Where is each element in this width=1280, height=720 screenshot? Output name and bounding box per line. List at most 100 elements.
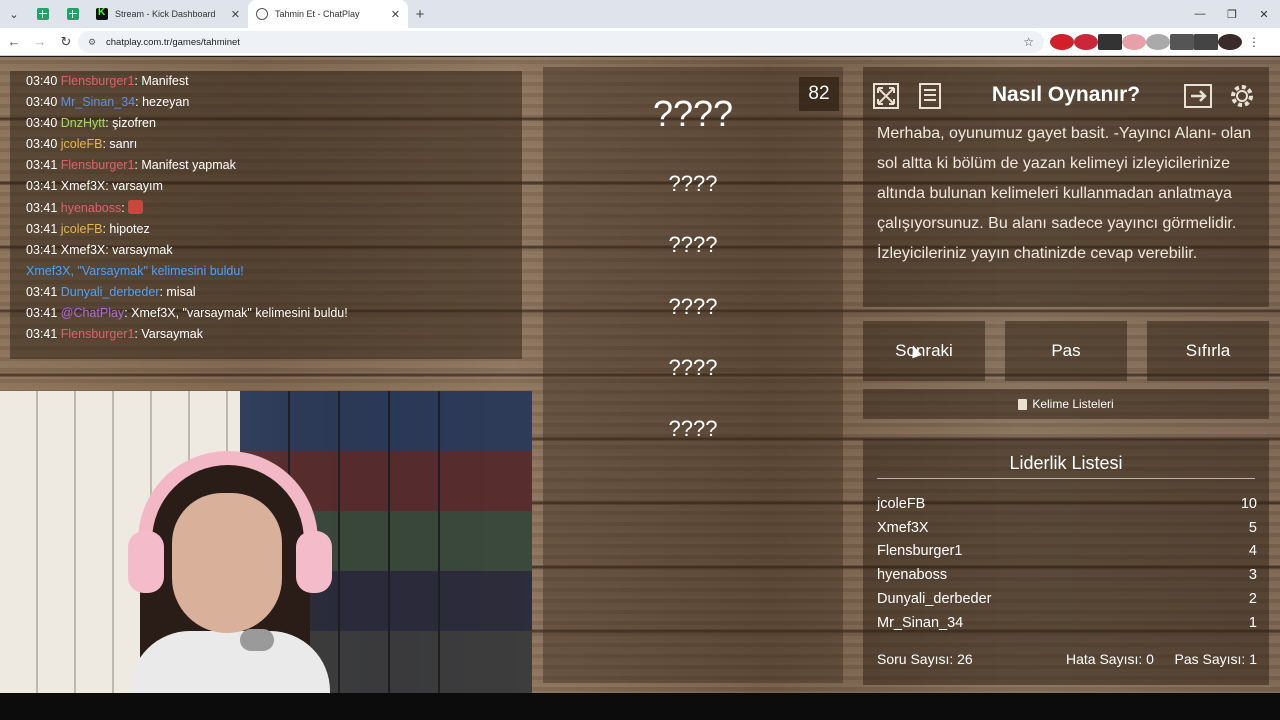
webcam-feed bbox=[0, 391, 532, 693]
profile-avatar-icon[interactable] bbox=[1218, 34, 1242, 50]
next-button[interactable]: Sonraki bbox=[863, 321, 985, 381]
chat-time: 03:41 bbox=[26, 284, 58, 299]
tab-title: Tahmin Et - ChatPlay bbox=[275, 9, 360, 19]
question-count: Soru Sayısı: 26 bbox=[877, 651, 973, 667]
chat-message: 03:41 hyenaboss: bbox=[26, 198, 506, 219]
player-score: 5 bbox=[1248, 520, 1257, 536]
hint-word-4: ???? bbox=[668, 355, 718, 380]
chat-system-message: Xmef3X, "Varsaymak" kelimesini buldu! bbox=[26, 261, 506, 282]
bookmark-star-icon[interactable]: ☆ bbox=[1023, 35, 1034, 49]
forward-button[interactable]: → bbox=[28, 30, 52, 54]
hint-word-3: ???? bbox=[668, 294, 718, 319]
player-name: Mr_Sinan_34 bbox=[877, 615, 964, 631]
chat-text: : Xmef3X, "varsaymak" kelimesini buldu! bbox=[124, 306, 348, 321]
chat-username[interactable]: jcoleFB bbox=[61, 222, 103, 236]
pinned-tab-sheets-1[interactable] bbox=[28, 0, 58, 28]
chat-username[interactable]: Mr_Sinan_34 bbox=[61, 95, 135, 109]
leaderboard-title: Liderlik Listesi bbox=[1009, 453, 1123, 473]
chat-username[interactable]: Flensburger1 bbox=[61, 158, 135, 172]
extension-red-icon[interactable] bbox=[1074, 34, 1098, 50]
player-name: Xmef3X bbox=[877, 520, 929, 536]
chat-message: 03:41 Flensburger1: Varsaymak bbox=[26, 324, 506, 345]
reset-button[interactable]: Sıfırla bbox=[1147, 321, 1269, 381]
chat-message: 03:40 DnzHytt: şizofren bbox=[26, 113, 506, 134]
kick-icon bbox=[96, 7, 108, 20]
streamer bbox=[120, 431, 340, 693]
chat-text: : şizofren bbox=[105, 116, 156, 131]
chat-message: 03:41 Dunyali_derbeder: misal bbox=[26, 282, 506, 303]
chat-text: : varsaymak bbox=[105, 242, 173, 257]
tab-kick-dashboard[interactable]: Stream - Kick Dashboard ✕ bbox=[88, 0, 248, 28]
chat-username[interactable]: DnzHytt bbox=[61, 116, 105, 130]
chat-username[interactable]: Flensburger1 bbox=[61, 327, 135, 341]
chat-time: 03:41 bbox=[26, 306, 58, 321]
chat-panel: 03:40 Flensburger1: Manifest 03:40 Mr_Sin… bbox=[10, 71, 522, 359]
extension-box-icon[interactable] bbox=[1098, 34, 1122, 50]
word-lists-button[interactable]: Kelime Listeleri bbox=[863, 389, 1269, 419]
close-window-icon[interactable]: ✕ bbox=[1248, 0, 1280, 28]
minimize-icon[interactable]: — bbox=[1184, 0, 1216, 28]
chat-message: 03:41 @ChatPlay: Xmef3X, "varsaymak" kel… bbox=[26, 303, 506, 324]
chat-message: 03:40 jcoleFB: sanrı bbox=[26, 134, 506, 155]
player-score: 2 bbox=[1248, 591, 1257, 607]
leaderboard-row: Mr_Sinan_34 1 bbox=[877, 615, 1257, 639]
reload-button[interactable]: ↻ bbox=[54, 30, 78, 54]
sheets-icon bbox=[37, 8, 49, 20]
clipboard-icon bbox=[1018, 398, 1028, 410]
chat-username[interactable]: Dunyali_derbeder bbox=[61, 285, 160, 299]
extension-pink-icon[interactable] bbox=[1122, 34, 1146, 50]
game-stats: Soru Sayısı: 26 Hata Sayısı: 0 Pas Sayıs… bbox=[877, 651, 1257, 673]
close-tab-icon[interactable]: ✕ bbox=[231, 8, 240, 21]
error-count: Hata Sayısı: 0 bbox=[1066, 651, 1154, 667]
game-page: 03:40 Flensburger1: Manifest 03:40 Mr_Sin… bbox=[0, 57, 1280, 693]
chat-time: 03:40 bbox=[26, 137, 58, 152]
player-score: 4 bbox=[1248, 543, 1257, 559]
leaderboard-row: hyenaboss 3 bbox=[877, 567, 1257, 591]
chat-time: 03:41 bbox=[26, 200, 58, 215]
word-panel: 82 ???? ???? ???? ???? ???? ???? bbox=[543, 67, 843, 683]
chat-text: : hezeyan bbox=[135, 95, 190, 110]
browser-menu-icon[interactable]: ⋮ bbox=[1242, 34, 1266, 50]
opera-extension-icon[interactable] bbox=[1050, 34, 1074, 50]
chat-username[interactable]: Xmef3X bbox=[61, 243, 105, 257]
chat-username[interactable]: hyenaboss bbox=[61, 201, 121, 215]
chat-username[interactable]: @ChatPlay bbox=[61, 306, 124, 320]
pass-button[interactable]: Pas bbox=[1005, 321, 1127, 381]
pass-count: Pas Sayısı: 1 bbox=[1174, 651, 1257, 667]
tab-search-chevron-icon[interactable]: ⌄ bbox=[0, 0, 28, 28]
chat-message: 03:41 Flensburger1: Manifest yapmak bbox=[26, 155, 506, 176]
chat-message: 03:40 Mr_Sinan_34: hezeyan bbox=[26, 92, 506, 113]
settings-gear-icon[interactable] bbox=[1225, 79, 1259, 113]
extensions-bar: ⋮ bbox=[1050, 34, 1266, 50]
extension-shield-icon[interactable] bbox=[1146, 34, 1170, 50]
chat-text: : varsayım bbox=[105, 179, 163, 194]
player-score: 10 bbox=[1240, 496, 1257, 512]
extensions-puzzle-icon[interactable] bbox=[1170, 34, 1194, 50]
chat-text: : Varsaymak bbox=[134, 327, 203, 342]
leaderboard-panel: Liderlik Listesi jcoleFB 10 Xmef3X 5 Flens… bbox=[863, 439, 1269, 685]
chat-username[interactable]: Flensburger1 bbox=[61, 74, 135, 88]
new-tab-button[interactable]: + bbox=[408, 0, 432, 28]
chat-text: : Manifest yapmak bbox=[134, 158, 236, 173]
close-tab-icon[interactable]: ✕ bbox=[391, 8, 400, 21]
url-field[interactable]: ⚙ chatplay.com.tr/games/tahminet ☆ bbox=[78, 31, 1044, 53]
back-button[interactable]: ← bbox=[2, 30, 26, 54]
main-word: ???? bbox=[652, 93, 734, 134]
tab-chatplay[interactable]: Tahmin Et - ChatPlay ✕ bbox=[248, 0, 408, 28]
hint-word-2: ???? bbox=[668, 232, 718, 257]
site-info-icon[interactable]: ⚙ bbox=[88, 37, 98, 47]
chat-time: 03:41 bbox=[26, 221, 58, 236]
chat-username[interactable]: Xmef3X bbox=[61, 179, 105, 193]
chat-username[interactable]: jcoleFB bbox=[61, 137, 103, 151]
leaderboard-row: Dunyali_derbeder 2 bbox=[877, 591, 1257, 615]
exit-icon[interactable] bbox=[1181, 79, 1215, 113]
pinned-tab-sheets-2[interactable] bbox=[58, 0, 88, 28]
chat-time: 03:41 bbox=[26, 179, 58, 194]
restore-icon[interactable]: ❐ bbox=[1216, 0, 1248, 28]
chat-time: 03:41 bbox=[26, 327, 58, 342]
media-control-icon[interactable] bbox=[1194, 34, 1218, 50]
chat-time: 03:41 bbox=[26, 158, 58, 173]
player-name: jcoleFB bbox=[877, 496, 926, 512]
player-name: Flensburger1 bbox=[877, 543, 963, 559]
hint-word-5: ???? bbox=[668, 416, 718, 441]
